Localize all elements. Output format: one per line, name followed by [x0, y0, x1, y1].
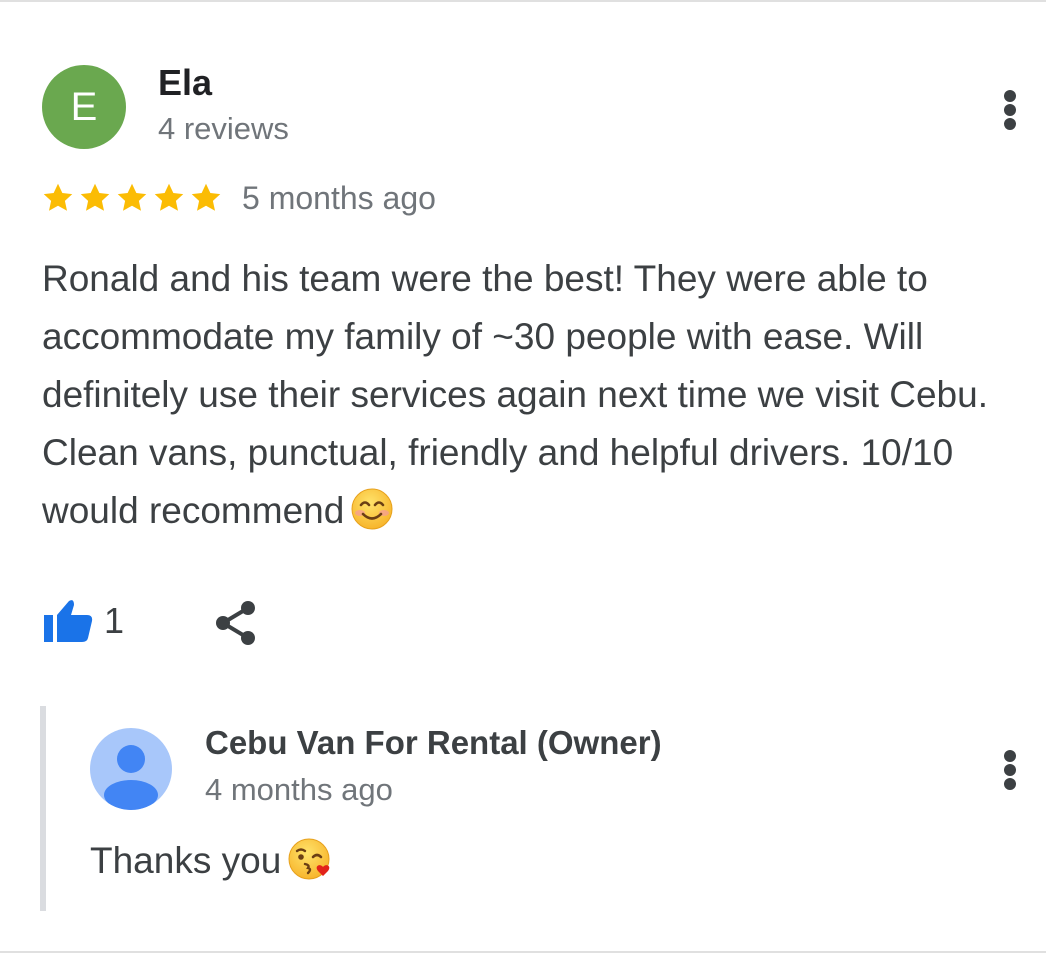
- more-dot: [1004, 750, 1016, 762]
- bottom-divider: [0, 951, 1046, 953]
- more-dot: [1004, 764, 1016, 776]
- star-icon: [117, 183, 147, 211]
- review-date: 5 months ago: [242, 180, 436, 216]
- reply-more-options-icon[interactable]: [995, 750, 1025, 790]
- reply-indent-bar: [40, 706, 46, 911]
- star-icon: [191, 183, 221, 211]
- star-icon: [80, 183, 110, 211]
- owner-avatar: [90, 728, 172, 810]
- person-icon: [104, 745, 158, 810]
- review-body: Ronald and his team were the best! They …: [42, 258, 988, 531]
- more-dot: [1004, 778, 1016, 790]
- owner-reply-date: 4 months ago: [205, 772, 393, 807]
- reviewer-review-count[interactable]: 4 reviews: [158, 111, 289, 147]
- share-icon: [216, 601, 255, 645]
- reviewer-avatar[interactable]: E: [42, 65, 126, 149]
- star-icon: [43, 183, 73, 211]
- kiss-face-emoji-icon: [287, 837, 335, 894]
- more-dot: [1004, 104, 1016, 116]
- smiling-face-emoji-icon: [350, 487, 394, 548]
- review-more-options-icon[interactable]: [995, 90, 1025, 130]
- star-icon: [154, 183, 184, 211]
- top-divider: [0, 0, 1046, 2]
- star-rating: [40, 180, 224, 216]
- owner-name: Cebu Van For Rental (Owner): [205, 724, 662, 761]
- review-text: Ronald and his team were the best! They …: [42, 250, 1032, 548]
- like-button[interactable]: 1: [42, 596, 124, 646]
- share-button[interactable]: [212, 598, 260, 648]
- reply-body: Thanks you: [90, 840, 282, 881]
- thumbs-up-icon: [44, 600, 93, 642]
- more-dot: [1004, 90, 1016, 102]
- more-dot: [1004, 118, 1016, 130]
- owner-reply-text: Thanks you: [90, 836, 335, 894]
- reviewer-name[interactable]: Ela: [158, 62, 212, 104]
- like-count: 1: [104, 600, 125, 641]
- reviewer-avatar-letter: E: [70, 84, 98, 129]
